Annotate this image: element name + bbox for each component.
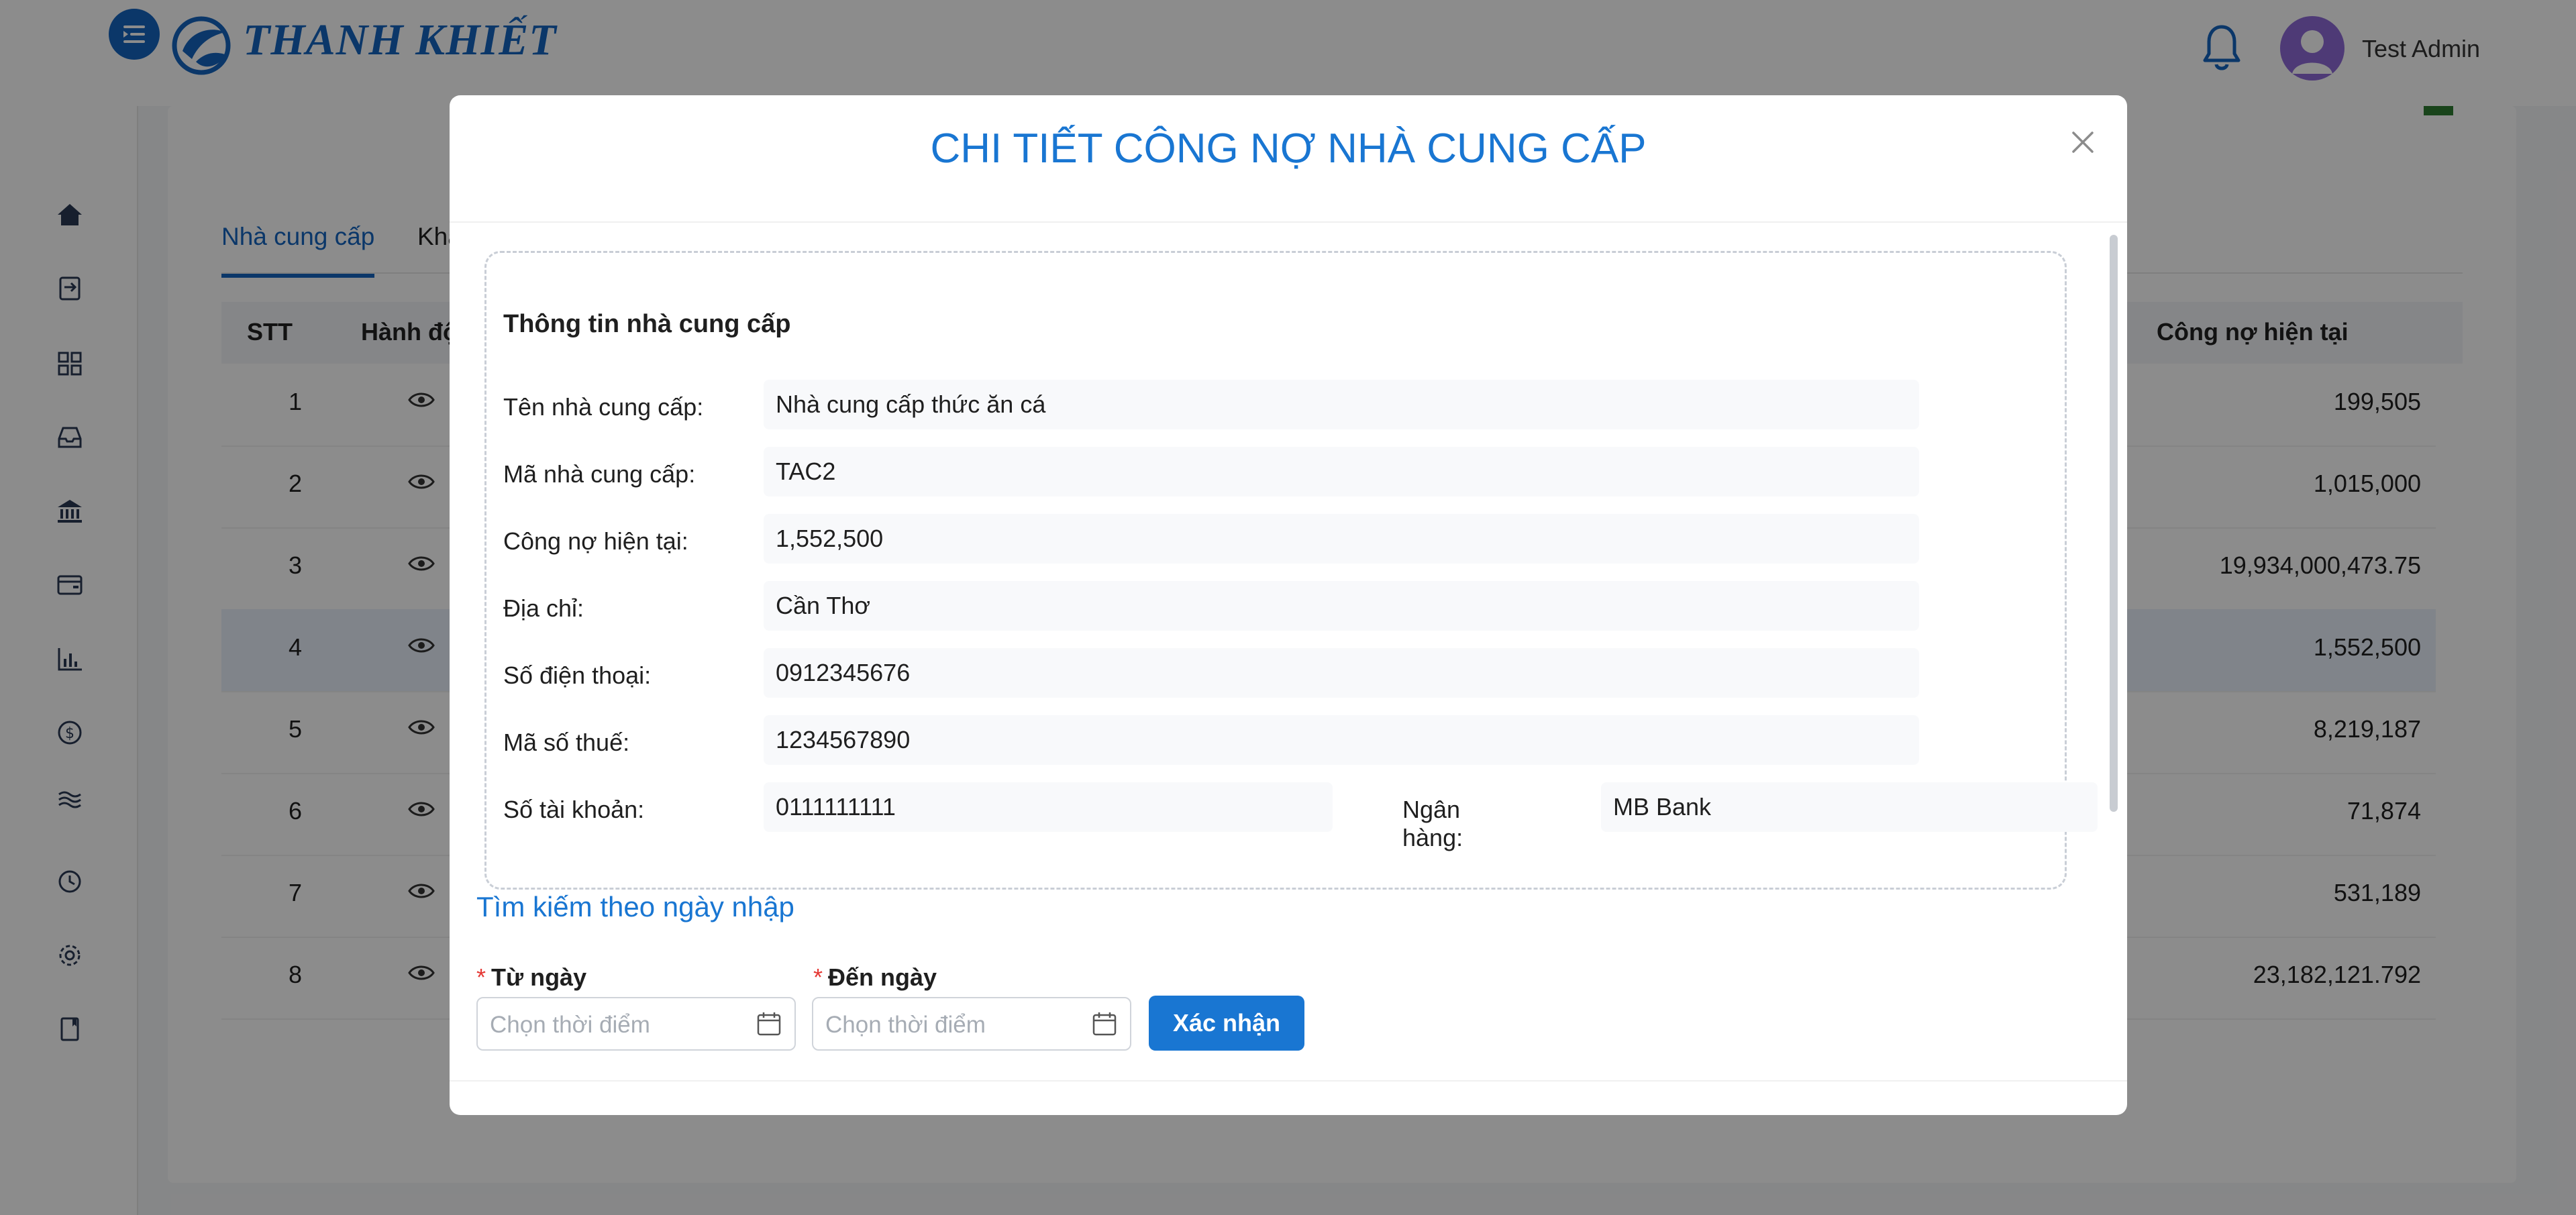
field-value: Cần Thơ: [764, 581, 1919, 631]
field-value: 1234567890: [764, 715, 1919, 765]
field-value: 0111111111: [764, 782, 1333, 832]
field-label: Tên nhà cung cấp:: [503, 393, 704, 421]
date-placeholder: Chọn thời điểm: [490, 1012, 650, 1038]
field-label: Công nợ hiện tại:: [503, 527, 688, 555]
confirm-button[interactable]: Xác nhận: [1149, 996, 1304, 1051]
field-value: MB Bank: [1601, 782, 2098, 832]
calendar-icon[interactable]: [1091, 1010, 1118, 1037]
calendar-icon[interactable]: [756, 1010, 782, 1037]
supplier-debt-detail-modal: CHI TIẾT CÔNG NỢ NHÀ CUNG CẤP Thông tin …: [450, 95, 2127, 1115]
from-date-picker[interactable]: Chọn thời điểm: [476, 997, 796, 1051]
field-label: Địa chỉ:: [503, 594, 584, 622]
close-icon[interactable]: [2067, 126, 2099, 158]
field-label: Ngân hàng:: [1402, 796, 1463, 851]
field-value: TAC2: [764, 447, 1919, 496]
field-label: Mã nhà cung cấp:: [503, 460, 696, 488]
to-date-label: * Đến ngày: [813, 963, 937, 992]
field-label: Số tài khoản:: [503, 796, 645, 823]
field-label: Mã số thuế:: [503, 729, 630, 756]
required-mark: *: [476, 963, 486, 991]
from-date-label: * Từ ngày: [476, 963, 586, 992]
search-section-title: Tìm kiếm theo ngày nhập: [476, 891, 794, 922]
modal-title: CHI TIẾT CÔNG NỢ NHÀ CUNG CẤP: [930, 125, 1647, 172]
supplier-info-title: Thông tin nhà cung cấp: [503, 310, 791, 338]
field-label: Số điện thoại:: [503, 662, 652, 689]
to-date-label-text: Đến ngày: [828, 963, 937, 991]
to-date-picker[interactable]: Chọn thời điểm: [812, 997, 1131, 1051]
modal-footer-divider: [450, 1080, 2127, 1081]
from-date-label-text: Từ ngày: [491, 963, 587, 991]
field-value: 0912345676: [764, 648, 1919, 698]
modal-scrollbar[interactable]: [2110, 235, 2118, 812]
modal-header-divider: [450, 221, 2127, 223]
date-placeholder: Chọn thời điểm: [825, 1012, 986, 1038]
field-value: Nhà cung cấp thức ăn cá: [764, 380, 1919, 429]
field-value: 1,552,500: [764, 514, 1919, 564]
required-mark: *: [813, 963, 823, 991]
